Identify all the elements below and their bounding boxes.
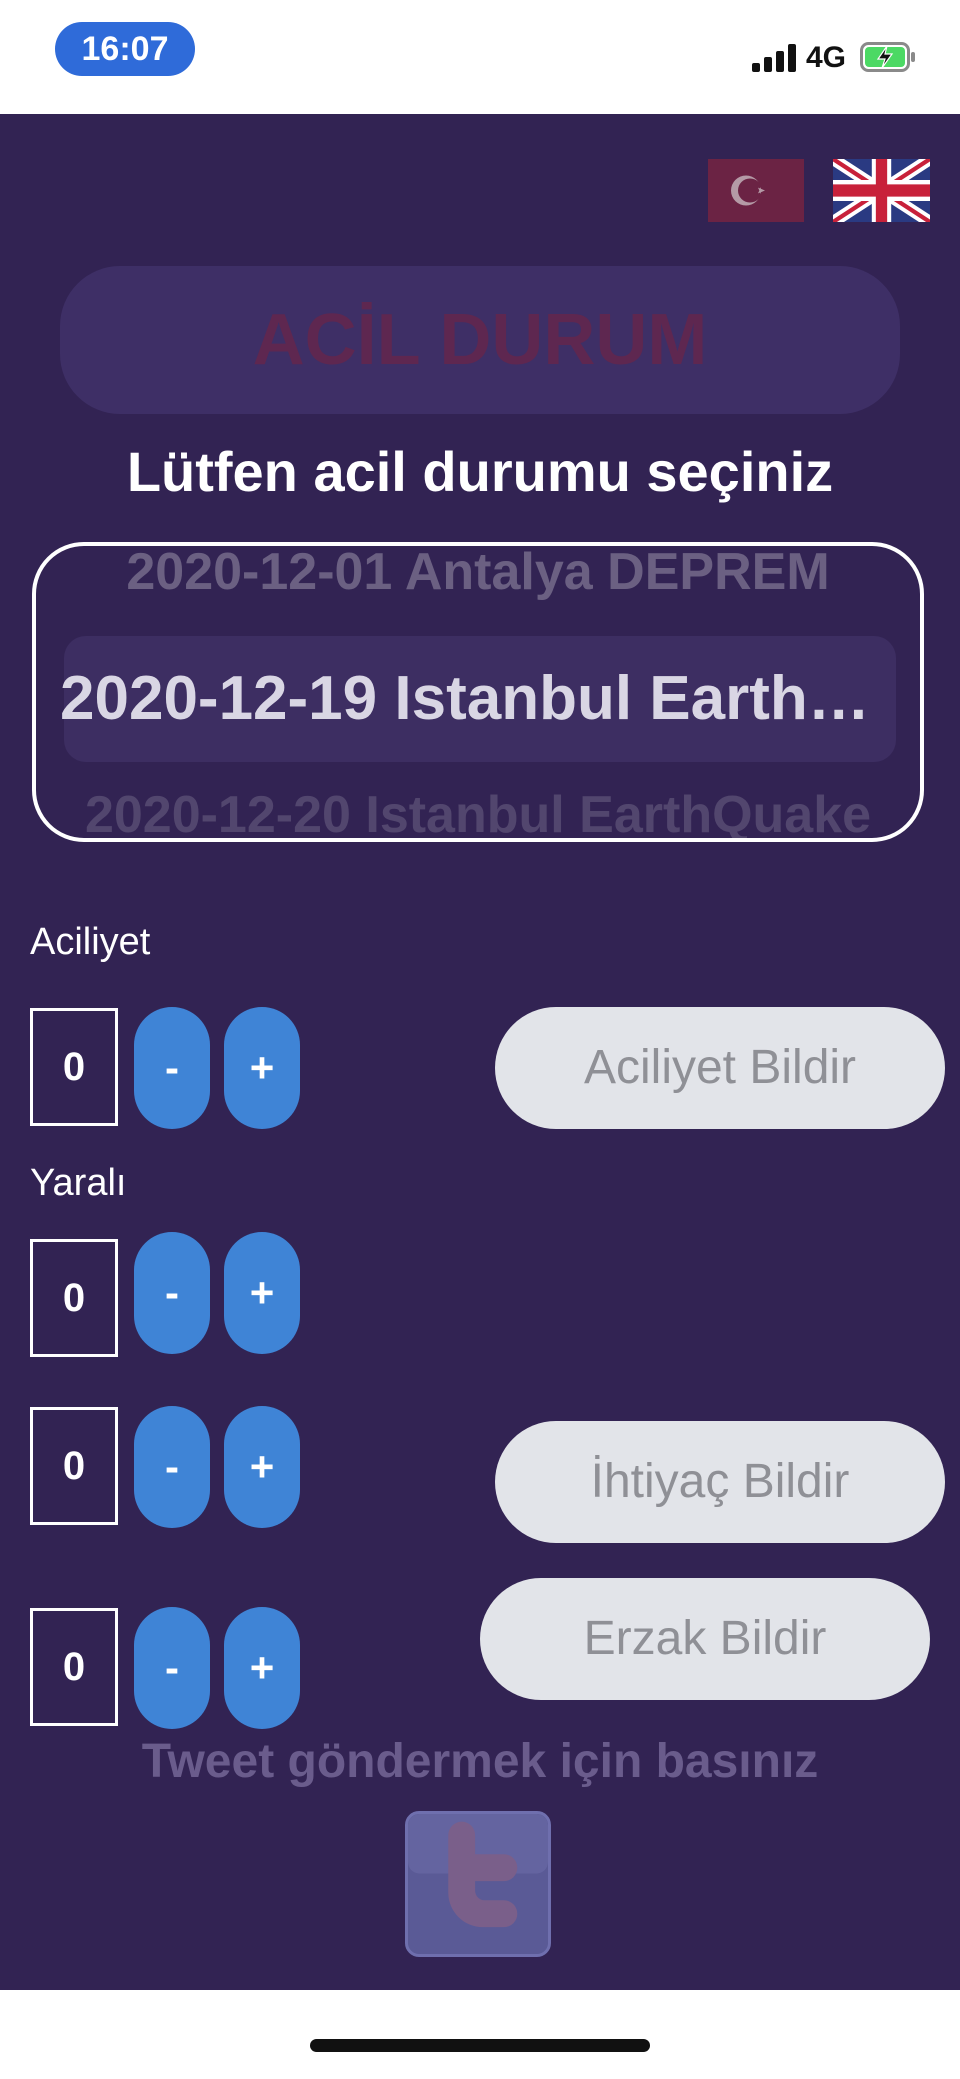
ihtiyac-count: 0	[30, 1407, 118, 1525]
aciliyet-decrement-button[interactable]: -	[134, 1007, 210, 1129]
aciliyet-label: Aciliyet	[30, 921, 151, 963]
picker-option-previous[interactable]: 2020-12-01 Antalya DEPREM	[60, 546, 896, 602]
status-time: 16:07	[55, 22, 195, 76]
status-bar: 16:07 4G	[0, 0, 960, 114]
yarali-increment-button[interactable]: +	[224, 1232, 300, 1354]
erzak-increment-button[interactable]: +	[224, 1607, 300, 1729]
yarali-label: Yaralı	[30, 1162, 127, 1204]
page-title: ACİL DURUM	[60, 266, 900, 414]
signal-bars-icon	[752, 44, 798, 72]
erzak-count: 0	[30, 1608, 118, 1726]
tweet-prompt: Tweet göndermek için basınız	[141, 1735, 819, 1788]
turkey-flag-icon[interactable]	[708, 159, 804, 222]
uk-flag-icon[interactable]	[833, 159, 930, 222]
ihtiyac-decrement-button[interactable]: -	[134, 1406, 210, 1528]
aciliyet-increment-button[interactable]: +	[224, 1007, 300, 1129]
ihtiyac-increment-button[interactable]: +	[224, 1406, 300, 1528]
yarali-count: 0	[30, 1239, 118, 1357]
ihtiyac-bildir-button[interactable]: İhtiyaç Bildir	[495, 1421, 945, 1543]
instruction-heading: Lütfen acil durumu seçiniz	[126, 440, 834, 503]
home-indicator-area	[0, 1990, 960, 2079]
emergency-picker[interactable]: 2020-12-01 Antalya DEPREM 2020-12-19 Ist…	[32, 542, 924, 842]
erzak-bildir-button[interactable]: Erzak Bildir	[480, 1578, 930, 1700]
erzak-decrement-button[interactable]: -	[134, 1607, 210, 1729]
twitter-icon[interactable]	[405, 1811, 551, 1957]
home-indicator[interactable]	[310, 2039, 650, 2052]
aciliyet-count: 0	[30, 1008, 118, 1126]
aciliyet-bildir-button[interactable]: Aciliyet Bildir	[495, 1007, 945, 1129]
picker-option-next[interactable]: 2020-12-20 Istanbul EarthQuake	[60, 782, 896, 838]
yarali-decrement-button[interactable]: -	[134, 1232, 210, 1354]
network-type: 4G	[806, 41, 847, 74]
picker-option-selected[interactable]: 2020-12-19 Istanbul EarthQuake	[60, 636, 896, 762]
app-screen: ACİL DURUM Lütfen acil durumu seçiniz 20…	[0, 114, 960, 1990]
battery-charging-icon	[860, 42, 915, 72]
